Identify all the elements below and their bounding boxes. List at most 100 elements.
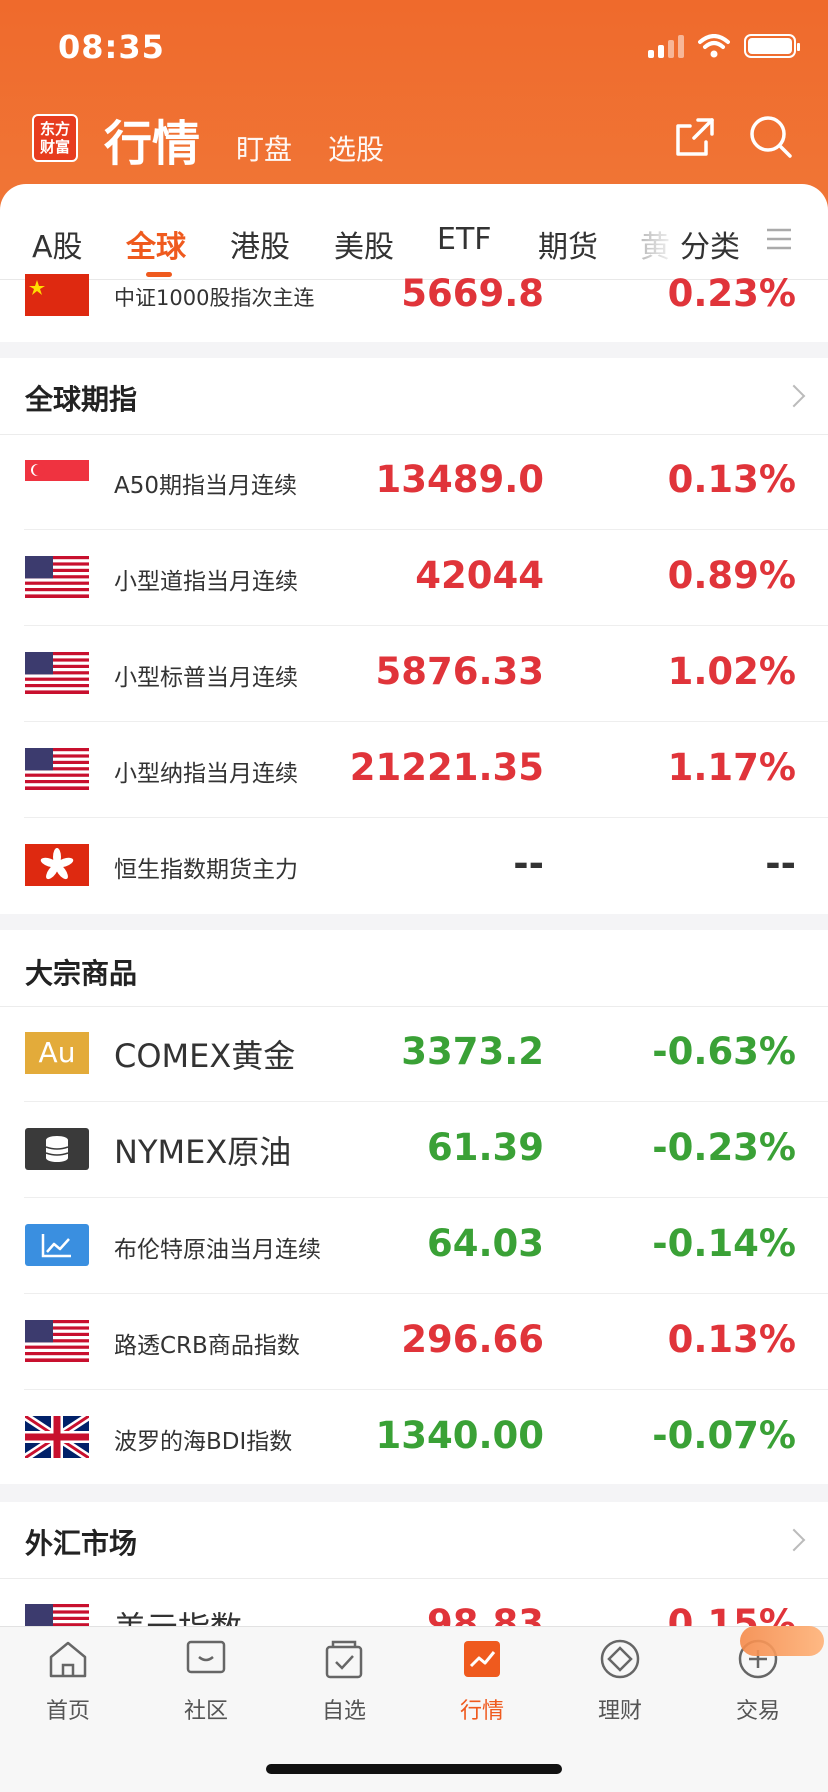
app-logo: 东方财富	[32, 114, 78, 162]
menu-icon[interactable]	[766, 226, 792, 252]
uk-flag-icon	[25, 1416, 89, 1458]
nav-label: 社区	[183, 1699, 228, 1724]
list-item[interactable]: NYMEX原油 61.39 -0.23%	[0, 1102, 828, 1198]
list-item[interactable]: 小型纳指当月连续 21221.35 1.17%	[0, 722, 828, 818]
row-name: 布伦特原油当月连续	[114, 1237, 321, 1263]
gold-icon: Au	[25, 1032, 89, 1074]
list-item[interactable]: 美元指数 98.83 0.15%	[0, 1578, 828, 1626]
oil-barrel-icon	[25, 1128, 89, 1170]
row-change: -0.14%	[652, 1222, 796, 1265]
row-price: 5669.8	[401, 272, 544, 315]
status-icons	[648, 34, 800, 58]
row-price: 1340.00	[375, 1414, 544, 1457]
list-item[interactable]: 恒生指数期货主力 -- --	[0, 818, 828, 914]
wifi-icon	[698, 34, 730, 58]
usa-flag-icon	[25, 1320, 89, 1362]
row-price: 61.39	[426, 1126, 544, 1169]
list-item[interactable]: 小型道指当月连续 42044 0.89%	[0, 530, 828, 626]
section-title: 大宗商品	[25, 957, 138, 990]
app-header: 08:35 东方财富 行情 盯盘 选股 A股 全球 港股 美股 ETF 期货 分…	[0, 0, 828, 290]
app-screen: 08:35 东方财富 行情 盯盘 选股 A股 全球 港股 美股 ETF 期货 分…	[0, 0, 828, 1792]
tab-xuangu[interactable]: 选股	[328, 128, 384, 168]
tab-hk-shares[interactable]: 港股	[230, 222, 290, 266]
nav-label: 首页	[45, 1699, 90, 1724]
usa-flag-icon	[25, 1604, 89, 1626]
nav-community[interactable]: 社区	[146, 1637, 266, 1725]
nav-home[interactable]: 首页	[8, 1637, 128, 1725]
tab-dingpan[interactable]: 盯盘	[236, 128, 292, 168]
watchlist-icon	[325, 1640, 363, 1679]
partial-row[interactable]: 中证1000股指次主连 5669.8 0.23%	[0, 272, 828, 342]
singapore-flag-icon	[25, 460, 89, 502]
china-flag-icon	[25, 274, 89, 316]
list-item[interactable]: A50期指当月连续 13489.0 0.13%	[0, 434, 828, 530]
status-time: 08:35	[58, 28, 165, 66]
row-change: 0.89%	[667, 554, 796, 597]
chevron-right-icon[interactable]	[782, 384, 806, 408]
market-chart-icon	[464, 1641, 500, 1677]
tab-etf[interactable]: ETF	[437, 222, 492, 257]
row-name: 小型纳指当月连续	[114, 761, 298, 787]
row-price: 42044	[415, 554, 544, 597]
row-price: 98.83	[426, 1602, 544, 1626]
list-item[interactable]: Au COMEX黄金 3373.2 -0.63%	[0, 1006, 828, 1102]
row-name: 中证1000股指次主连	[114, 286, 315, 310]
tab-category[interactable]: 分类	[680, 222, 740, 266]
logo-text: 东方财富	[40, 120, 71, 156]
row-name: NYMEX原油	[114, 1133, 292, 1171]
row-change: 0.13%	[667, 1318, 796, 1361]
row-change: -0.63%	[652, 1030, 796, 1073]
row-name: COMEX黄金	[114, 1037, 296, 1075]
battery-icon	[744, 34, 800, 58]
commodities-section: 大宗商品 Au COMEX黄金 3373.2 -0.63% NYMEX原油 61…	[0, 930, 828, 1484]
row-name: 小型道指当月连续	[114, 569, 298, 595]
row-name: 恒生指数期货主力	[114, 857, 298, 883]
nav-label: 理财	[597, 1699, 642, 1724]
signal-icon	[648, 34, 684, 58]
search-icon[interactable]	[746, 112, 796, 162]
row-price: 5876.33	[375, 650, 544, 693]
wealth-icon	[600, 1639, 640, 1679]
tab-futures[interactable]: 期货	[538, 222, 598, 266]
row-change: -0.23%	[652, 1126, 796, 1169]
section-title: 全球期指	[25, 383, 138, 416]
tab-global[interactable]: 全球	[126, 222, 186, 266]
tab-a-shares[interactable]: A股	[32, 222, 83, 266]
list-item[interactable]: 波罗的海BDI指数 1340.00 -0.07%	[0, 1390, 828, 1486]
row-price: --	[513, 842, 544, 885]
market-tabs: A股 全球 港股 美股 ETF 期货 黄 分类	[0, 184, 828, 280]
row-name: 路透CRB商品指数	[114, 1333, 300, 1359]
row-change: 0.15%	[667, 1602, 796, 1626]
active-tab-indicator	[146, 272, 172, 277]
global-futures-section: 全球期指 A50期指当月连续 13489.0 0.13% 小型道指当月连续 42…	[0, 358, 828, 914]
row-price: 13489.0	[375, 458, 544, 501]
chevron-right-icon[interactable]	[782, 1528, 806, 1552]
usa-flag-icon	[25, 652, 89, 694]
list-item[interactable]: 路透CRB商品指数 296.66 0.13%	[0, 1294, 828, 1390]
share-icon[interactable]	[670, 112, 720, 162]
list-item[interactable]: 布伦特原油当月连续 64.03 -0.14%	[0, 1198, 828, 1294]
hongkong-flag-icon	[25, 844, 89, 886]
nav-wealth[interactable]: 理财	[560, 1637, 680, 1725]
usa-flag-icon	[25, 556, 89, 598]
tab-fade	[640, 204, 680, 264]
gold-icon-text: Au	[38, 1036, 76, 1069]
row-change: 1.02%	[667, 650, 796, 693]
chart-line-icon	[25, 1224, 89, 1266]
row-name: 美元指数	[114, 1603, 242, 1626]
forex-section: 外汇市场 美元指数 98.83 0.15%	[0, 1502, 828, 1626]
nav-label: 行情	[459, 1699, 504, 1724]
floating-promo-button[interactable]	[740, 1626, 824, 1656]
row-change: 0.23%	[667, 272, 796, 315]
row-price: 296.66	[401, 1318, 544, 1361]
tab-us-shares[interactable]: 美股	[334, 222, 394, 266]
row-price: 64.03	[426, 1222, 544, 1265]
row-price: 21221.35	[349, 746, 544, 789]
home-icon	[49, 1641, 87, 1678]
section-title: 外汇市场	[25, 1527, 138, 1560]
home-indicator	[266, 1764, 562, 1774]
nav-watchlist[interactable]: 自选	[284, 1637, 404, 1725]
list-item[interactable]: 小型标普当月连续 5876.33 1.02%	[0, 626, 828, 722]
nav-market[interactable]: 行情	[422, 1637, 542, 1725]
nav-label: 交易	[735, 1699, 780, 1724]
